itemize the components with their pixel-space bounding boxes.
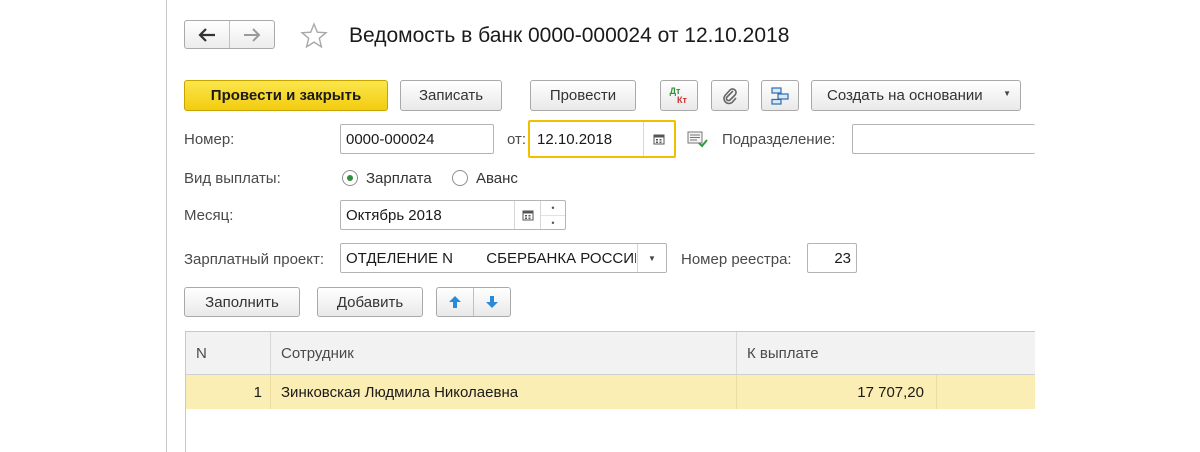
dtkt-report-button[interactable]: Дт Кт bbox=[660, 80, 698, 111]
calendar-icon bbox=[522, 210, 534, 221]
add-button[interactable]: Добавить bbox=[317, 287, 423, 317]
empty-cell bbox=[936, 375, 1036, 409]
save-button[interactable]: Записать bbox=[400, 80, 502, 111]
registry-number-field[interactable]: 23 bbox=[807, 243, 857, 273]
number-field[interactable]: 0000-000024 bbox=[340, 124, 494, 154]
salary-project-value: ОТДЕЛЕНИЕ N СБЕРБАНКА РОССИИ bbox=[346, 249, 636, 267]
salary-radio-label[interactable]: Зарплата bbox=[366, 170, 432, 187]
table-header: N Сотрудник К выплате bbox=[186, 332, 1035, 375]
document-window: Ведомость в банк 0000-000024 от 12.10.20… bbox=[166, 0, 1035, 452]
star-icon[interactable] bbox=[300, 22, 328, 50]
structure-icon bbox=[771, 86, 789, 105]
month-label: Месяц: bbox=[184, 207, 234, 224]
move-up-button[interactable] bbox=[437, 288, 473, 316]
employees-table: N Сотрудник К выплате 1 Зинковская Людми… bbox=[185, 331, 1035, 452]
date-field[interactable]: 12.10.2018 bbox=[528, 120, 676, 158]
navigation-group bbox=[184, 20, 275, 49]
column-header-employee[interactable]: Сотрудник bbox=[270, 332, 736, 374]
month-field[interactable]: Октябрь 2018 • • bbox=[340, 200, 566, 230]
column-header-amount[interactable]: К выплате bbox=[736, 332, 1036, 374]
month-spinner[interactable]: • • bbox=[540, 201, 565, 229]
forward-button[interactable] bbox=[229, 21, 274, 48]
advance-radio[interactable] bbox=[452, 170, 468, 186]
payment-type-label: Вид выплаты: bbox=[184, 170, 281, 187]
arrow-left-icon bbox=[198, 27, 215, 42]
registry-number-value: 23 bbox=[834, 249, 851, 267]
structure-button[interactable] bbox=[761, 80, 799, 111]
spin-down-icon[interactable]: • bbox=[541, 215, 565, 229]
calendar-icon bbox=[653, 134, 665, 145]
dropdown-arrow-icon: ▼ bbox=[1003, 89, 1011, 98]
attach-button[interactable] bbox=[711, 80, 749, 111]
post-and-close-button[interactable]: Провести и закрыть bbox=[184, 80, 388, 111]
department-field[interactable] bbox=[852, 124, 1035, 154]
back-button[interactable] bbox=[185, 21, 229, 48]
paperclip-icon bbox=[723, 87, 737, 104]
salary-radio[interactable] bbox=[342, 170, 358, 186]
number-value: 0000-000024 bbox=[346, 130, 435, 148]
salary-project-dropdown-button[interactable]: ▼ bbox=[637, 244, 666, 272]
arrow-down-icon bbox=[486, 296, 498, 308]
post-button[interactable]: Провести bbox=[530, 80, 636, 111]
create-based-on-label: Создать на основании bbox=[827, 87, 983, 104]
month-value: Октябрь 2018 bbox=[346, 206, 442, 224]
from-label: от: bbox=[507, 131, 527, 148]
move-buttons-group bbox=[436, 287, 511, 317]
spin-up-icon[interactable]: • bbox=[541, 201, 565, 215]
column-header-n[interactable]: N bbox=[186, 332, 270, 374]
salary-project-label: Зарплатный проект: bbox=[184, 251, 325, 268]
create-based-on-button[interactable]: Создать на основании ▼ bbox=[811, 80, 1021, 111]
date-value: 12.10.2018 bbox=[537, 130, 613, 148]
row-number-cell: 1 bbox=[253, 383, 262, 401]
salary-project-field[interactable]: ОТДЕЛЕНИЕ N СБЕРБАНКА РОССИИ ▼ bbox=[340, 243, 667, 273]
arrow-right-icon bbox=[244, 27, 261, 42]
kt-label: Кт bbox=[677, 94, 687, 105]
number-label: Номер: bbox=[184, 131, 235, 148]
table-row[interactable]: 1 Зинковская Людмила Николаевна 17 707,2… bbox=[186, 375, 1035, 409]
date-calendar-button[interactable] bbox=[643, 122, 674, 156]
advance-radio-label[interactable]: Аванс bbox=[476, 170, 518, 187]
employee-cell: Зинковская Людмила Николаевна bbox=[270, 375, 736, 409]
registry-number-label: Номер реестра: bbox=[681, 251, 792, 268]
month-calendar-button[interactable] bbox=[514, 201, 541, 229]
page-title: Ведомость в банк 0000-000024 от 12.10.20… bbox=[349, 24, 790, 47]
dropdown-arrow-icon: ▼ bbox=[648, 253, 656, 263]
amount-cell: 17 707,20 bbox=[736, 375, 936, 409]
move-down-button[interactable] bbox=[473, 288, 510, 316]
department-label: Подразделение: bbox=[722, 131, 836, 148]
fill-button[interactable]: Заполнить bbox=[184, 287, 300, 317]
post-document-icon[interactable] bbox=[687, 131, 709, 149]
arrow-up-icon bbox=[449, 296, 461, 308]
